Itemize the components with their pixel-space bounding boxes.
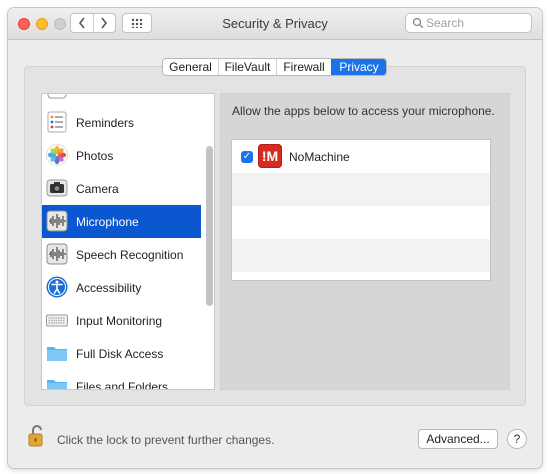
svg-text:!M: !M: [262, 148, 278, 164]
sidebar-item-files-and-folders[interactable]: Files and Folders: [42, 370, 201, 390]
microphone-icon: [46, 210, 68, 232]
folder-icon: [47, 380, 67, 389]
sidebar-item-reminders[interactable]: Reminders: [42, 106, 201, 139]
sidebar-item-accessibility[interactable]: Accessibility: [42, 271, 201, 304]
forward-button[interactable]: [92, 14, 116, 32]
chevron-left-icon: [78, 17, 85, 29]
privacy-panel: Reminders Photos Camera Microphone Speec…: [24, 66, 526, 406]
chevron-right-icon: [101, 17, 108, 29]
sidebar-scrollbar[interactable]: [204, 94, 214, 389]
help-button[interactable]: ?: [507, 429, 527, 449]
advanced-button[interactable]: Advanced...: [418, 429, 498, 449]
sidebar-item-label: Reminders: [76, 116, 135, 130]
grid-icon: [131, 18, 143, 28]
sidebar-item-input-monitoring[interactable]: Input Monitoring: [42, 304, 201, 337]
accessibility-icon: [46, 276, 68, 298]
empty-row: [232, 206, 490, 239]
sidebar-item-label: Files and Folders: [76, 380, 169, 390]
navigation-buttons: [70, 13, 116, 33]
minimize-window-button[interactable]: [36, 18, 48, 30]
lock-icon[interactable]: [28, 423, 46, 447]
checkmark-icon: ✓: [242, 151, 252, 162]
speech-recognition-icon: [46, 243, 68, 265]
search-field[interactable]: [405, 13, 532, 33]
empty-row: [232, 239, 490, 272]
app-permission-pane: Allow the apps below to access your micr…: [220, 93, 510, 390]
sidebar-item-label: Microphone: [76, 215, 139, 229]
empty-row: [232, 173, 490, 206]
permission-description: Allow the apps below to access your micr…: [232, 104, 495, 118]
app-list: ✓ !M NoMachine: [231, 139, 491, 281]
sidebar-item-full-disk-access[interactable]: Full Disk Access: [42, 337, 201, 370]
camera-icon: [46, 179, 68, 197]
tab-filevault[interactable]: FileVault: [218, 59, 276, 75]
app-row-nomachine[interactable]: ✓ !M NoMachine: [232, 140, 490, 173]
reminders-icon: [47, 111, 67, 133]
keyboard-icon: [46, 314, 68, 327]
tab-general[interactable]: General: [163, 59, 218, 75]
calendar-icon: [47, 94, 67, 99]
scrollbar-thumb[interactable]: [206, 146, 213, 306]
search-input[interactable]: [426, 14, 526, 32]
sidebar-item-camera[interactable]: Camera: [42, 172, 201, 205]
zoom-window-button[interactable]: [54, 18, 66, 30]
window-title: Security & Privacy: [222, 16, 328, 31]
sidebar-item-label: Photos: [76, 149, 114, 163]
sidebar-item-label: Accessibility: [76, 281, 142, 295]
sidebar-item-label: Full Disk Access: [76, 347, 164, 361]
tab-bar: General FileVault Firewall Privacy: [162, 58, 387, 76]
sidebar-item-label: Speech Recognition: [76, 248, 184, 262]
sidebar-item-speech-recognition[interactable]: Speech Recognition: [42, 238, 201, 271]
security-privacy-window: Security & Privacy General FileVault Fir…: [8, 8, 542, 468]
search-icon: [412, 17, 424, 29]
tab-privacy[interactable]: Privacy: [331, 59, 386, 75]
sidebar-item-label: Input Monitoring: [76, 314, 163, 328]
sidebar-item-photos[interactable]: Photos: [42, 139, 201, 172]
app-name: NoMachine: [289, 150, 350, 164]
sidebar-item-microphone[interactable]: Microphone: [42, 205, 201, 238]
folder-icon: [47, 347, 67, 361]
lock-message: Click the lock to prevent further change…: [57, 433, 275, 447]
nomachine-icon: !M: [258, 144, 282, 168]
tab-firewall[interactable]: Firewall: [276, 59, 331, 75]
title-bar: Security & Privacy: [8, 8, 542, 40]
photos-icon: [46, 144, 68, 166]
close-window-button[interactable]: [18, 18, 30, 30]
sidebar-item-partial[interactable]: [42, 94, 201, 106]
sidebar-item-label: Camera: [76, 182, 119, 196]
privacy-category-list: Reminders Photos Camera Microphone Speec…: [41, 93, 215, 390]
show-all-button[interactable]: [122, 13, 152, 33]
back-button[interactable]: [71, 14, 93, 32]
nomachine-checkbox[interactable]: ✓: [241, 151, 253, 163]
